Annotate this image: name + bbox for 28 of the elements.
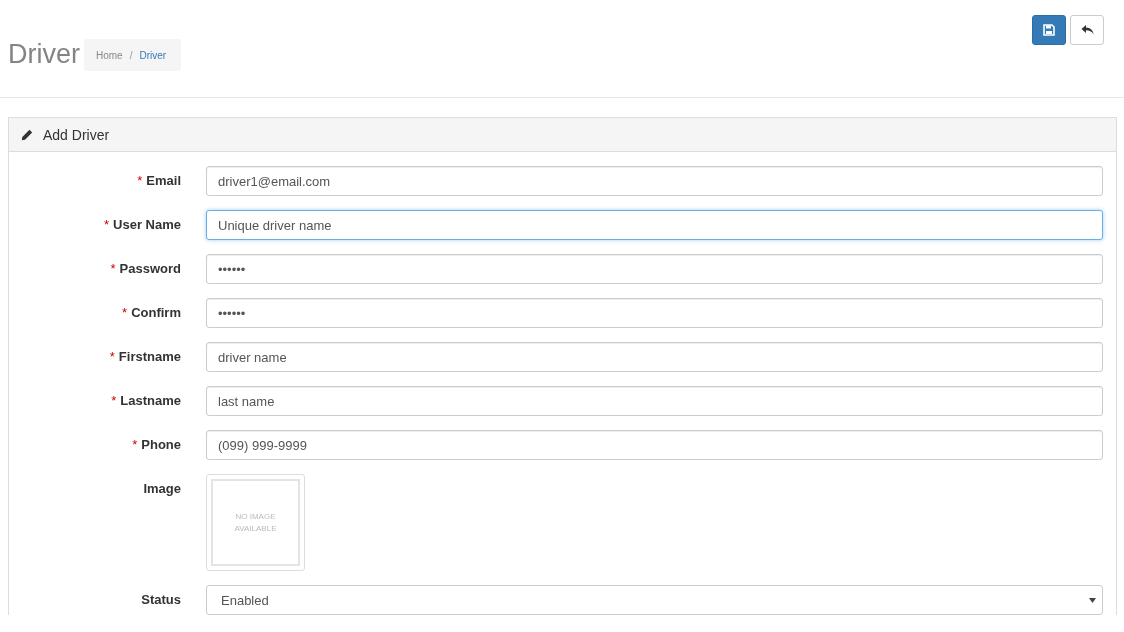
field-label: * Email xyxy=(136,172,181,188)
text-field[interactable]: •••••• xyxy=(206,298,1103,328)
text-field[interactable]: last name xyxy=(206,386,1103,416)
field-label: * Password xyxy=(109,260,181,276)
field-label: * Firstname xyxy=(108,348,181,364)
field-label: Status xyxy=(140,591,181,607)
back-button[interactable] xyxy=(1070,15,1104,45)
save-button[interactable] xyxy=(1032,15,1066,45)
placeholder-text: AVAILABLE xyxy=(234,522,277,535)
field-label: * Confirm xyxy=(121,304,181,320)
text-field[interactable]: •••••• xyxy=(206,254,1103,284)
pencil-icon xyxy=(21,128,33,141)
page-title: Driver xyxy=(8,39,80,70)
text-field[interactable]: driver1@email.com xyxy=(206,166,1103,196)
field-label: Image xyxy=(142,480,181,496)
reply-arrow-icon xyxy=(1080,24,1094,36)
text-field[interactable]: driver name xyxy=(206,342,1103,372)
breadcrumb-link[interactable]: Driver xyxy=(139,49,167,61)
field-label: * Lastname xyxy=(110,392,181,408)
text-field[interactable]: (099) 999-9999 xyxy=(206,430,1103,460)
field-label: * Phone xyxy=(131,436,181,452)
field-label: * User Name xyxy=(103,216,181,232)
breadcrumb-separator: / xyxy=(129,49,133,61)
panel-title: Add Driver xyxy=(43,126,110,143)
caret-icon xyxy=(1089,597,1096,603)
placeholder-text: NO IMAGE xyxy=(235,510,276,523)
status-select[interactable]: Enabled xyxy=(206,585,1103,615)
text-field[interactable]: Unique driver name xyxy=(206,210,1103,240)
